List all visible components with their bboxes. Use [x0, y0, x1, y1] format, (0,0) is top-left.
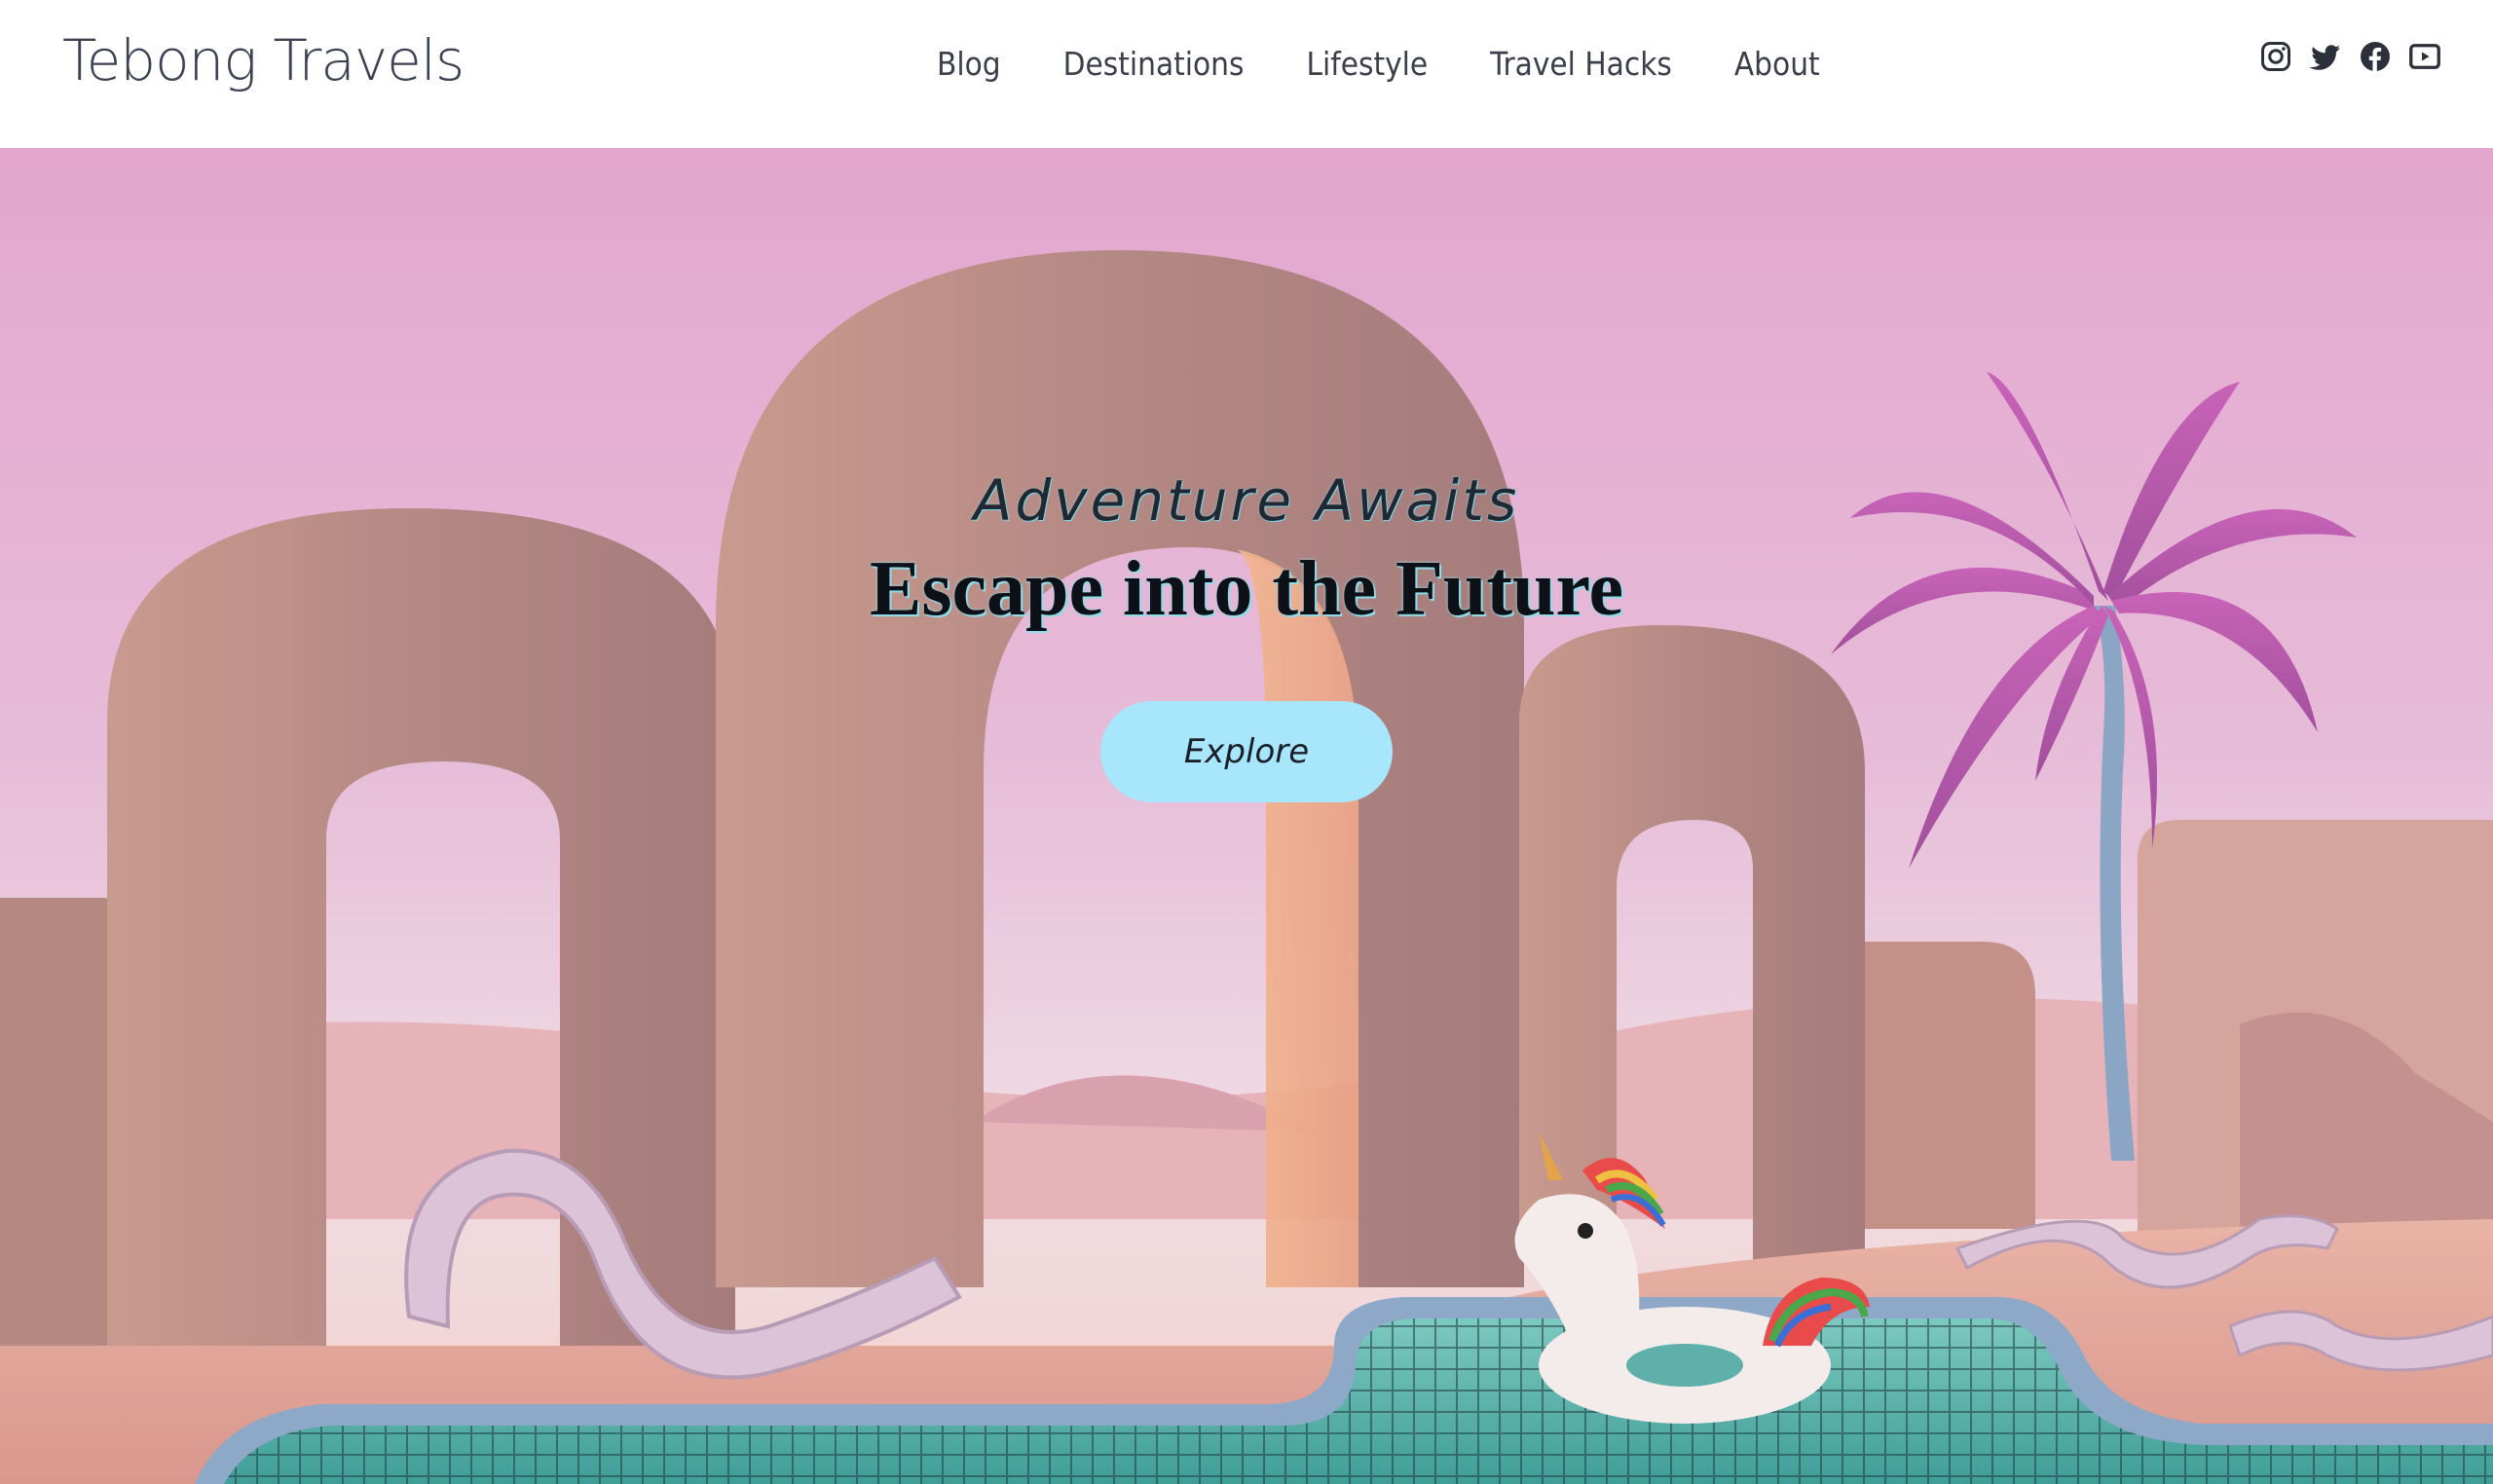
hero-kicker: Adventure Awaits	[973, 467, 1520, 534]
hero-background-image	[0, 148, 2493, 1484]
nav-item-about[interactable]: About	[1734, 45, 1820, 83]
site-logo[interactable]: Tebong Travels	[62, 27, 465, 93]
explore-button[interactable]: Explore	[1100, 701, 1393, 802]
hero-section: Adventure Awaits Escape into the Future …	[0, 148, 2493, 1484]
instagram-icon[interactable]	[2258, 39, 2293, 74]
main-nav: Blog Destinations Lifestyle Travel Hacks…	[876, 45, 1882, 83]
nav-item-blog[interactable]: Blog	[937, 45, 1001, 83]
hero-headline: Escape into the Future	[869, 546, 1624, 632]
nav-item-destinations[interactable]: Destinations	[1063, 45, 1245, 83]
youtube-icon[interactable]	[2407, 39, 2442, 74]
social-links	[2244, 39, 2442, 74]
nav-item-lifestyle[interactable]: Lifestyle	[1306, 45, 1428, 83]
site-header: Tebong Travels Blog Destinations Lifesty…	[0, 0, 2493, 148]
facebook-icon[interactable]	[2358, 39, 2393, 74]
nav-item-travel-hacks[interactable]: Travel Hacks	[1490, 45, 1672, 83]
twitter-icon[interactable]	[2308, 39, 2343, 74]
